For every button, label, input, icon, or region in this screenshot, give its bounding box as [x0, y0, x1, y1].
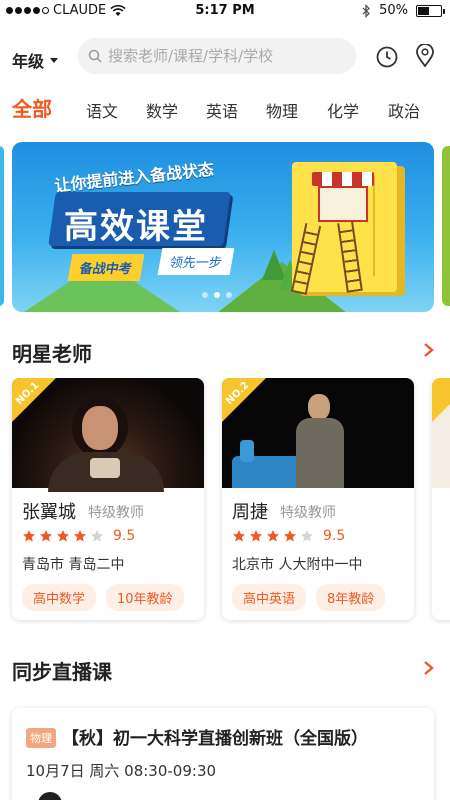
- teacher-location: 青岛市 青岛二中: [22, 557, 125, 573]
- tab-politics[interactable]: 政治: [388, 98, 420, 122]
- rank-badge: [432, 378, 450, 422]
- tab-math[interactable]: 数学: [146, 98, 178, 122]
- grade-selector[interactable]: 年级: [12, 48, 59, 72]
- tab-all[interactable]: 全部: [12, 93, 52, 122]
- top-header: 年级: [0, 38, 450, 78]
- tab-english[interactable]: 英语: [206, 98, 238, 122]
- battery-percent: 50%: [379, 3, 408, 18]
- course-title: 【秋】初一大科学直播创新班（全国版）: [62, 729, 368, 749]
- subject-tag: 高中数学: [22, 584, 97, 611]
- live-courses-header: 同步直播课: [12, 654, 436, 684]
- experience-tag: 8年教龄: [316, 584, 386, 611]
- banner-slogan: 让你提前进入备战状态: [53, 159, 215, 196]
- rating-stars: 9.5: [232, 528, 345, 544]
- grade-label: 年级: [12, 52, 45, 71]
- star-filled-icon: [250, 530, 262, 542]
- subject-tabs: 全部 语文 数学 英语 物理 化学 政治: [0, 92, 450, 126]
- teacher-tags: 高中英语 8年教龄: [232, 584, 386, 611]
- pager-dot[interactable]: [226, 292, 232, 298]
- clock-icon[interactable]: [376, 46, 398, 68]
- teacher-rank: 特级教师: [88, 505, 144, 521]
- search-bar[interactable]: [78, 38, 356, 74]
- experience-tag: 10年教龄: [106, 584, 184, 611]
- star-filled-icon: [74, 530, 86, 542]
- banner-ribbon-left: 备战中考: [67, 254, 145, 281]
- teacher-card-list: NO.1 张翼城 特级教师 9.5 青岛市 青岛二中 高中数学 10年教龄 NO…: [0, 378, 450, 624]
- section-title: 明星老师: [12, 342, 92, 366]
- search-input[interactable]: [108, 47, 338, 65]
- teacher-score: 9.5: [113, 528, 136, 544]
- battery-icon: [416, 4, 445, 17]
- star-empty-icon: [91, 530, 103, 542]
- awning-illustration: [312, 172, 374, 186]
- subject-tag: 高中英语: [232, 584, 307, 611]
- caret-down-icon: [50, 57, 59, 63]
- rating-stars: 9.5: [22, 528, 135, 544]
- banner-carousel[interactable]: 让你提前进入备战状态 高效课堂 备战中考 领先一步: [0, 142, 450, 312]
- star-filled-icon: [284, 530, 296, 542]
- star-empty-icon: [301, 530, 313, 542]
- chevron-right-icon[interactable]: [422, 342, 436, 358]
- banner-slide[interactable]: 让你提前进入备战状态 高效课堂 备战中考 领先一步: [12, 142, 434, 312]
- live-course-card[interactable]: 物理 【秋】初一大科学直播创新班（全国版） 10月7日 周六 08:30-09:…: [12, 708, 434, 800]
- star-filled-icon: [40, 530, 52, 542]
- chevron-right-icon[interactable]: [422, 660, 436, 676]
- tab-physics[interactable]: 物理: [266, 98, 298, 122]
- banner-prev-peek: [0, 146, 4, 306]
- tab-chemistry[interactable]: 化学: [327, 98, 359, 122]
- pager-dot[interactable]: [202, 292, 208, 298]
- star-filled-icon: [23, 530, 35, 542]
- tab-chinese[interactable]: 语文: [86, 98, 118, 122]
- status-bar: CLAUDE 5:17 PM 50%: [0, 0, 450, 22]
- teacher-card-peek[interactable]: [432, 378, 450, 620]
- bluetooth-icon: [362, 3, 371, 18]
- pager-dot-active[interactable]: [214, 292, 220, 298]
- teacher-location: 北京市 人大附中一中: [232, 557, 363, 573]
- star-filled-icon: [57, 530, 69, 542]
- teacher-score: 9.5: [323, 528, 346, 544]
- avatar: [38, 792, 62, 800]
- banner-title: 高效课堂: [64, 207, 208, 247]
- banner-ribbon-right: 领先一步: [157, 248, 235, 275]
- banner-next-peek: [442, 146, 450, 306]
- section-title: 同步直播课: [12, 660, 112, 684]
- door-illustration: [318, 186, 368, 222]
- star-filled-icon: [233, 530, 245, 542]
- course-time: 10月7日 周六 08:30-09:30: [26, 762, 217, 780]
- banner-pager: [202, 292, 232, 298]
- teacher-tags: 高中数学 10年教龄: [22, 584, 184, 611]
- search-icon: [88, 49, 102, 63]
- teacher-name: 周捷: [232, 502, 268, 523]
- star-filled-icon: [267, 530, 279, 542]
- location-pin-icon[interactable]: [415, 44, 435, 68]
- teacher-name: 张翼城: [22, 502, 76, 523]
- course-subject-tag: 物理: [26, 728, 56, 748]
- teacher-card[interactable]: NO.2 周捷 特级教师 9.5 北京市 人大附中一中 高中英语 8年教龄: [222, 378, 414, 620]
- teacher-rank: 特级教师: [280, 505, 336, 521]
- star-teachers-header: 明星老师: [12, 336, 436, 366]
- teacher-card[interactable]: NO.1 张翼城 特级教师 9.5 青岛市 青岛二中 高中数学 10年教龄: [12, 378, 204, 620]
